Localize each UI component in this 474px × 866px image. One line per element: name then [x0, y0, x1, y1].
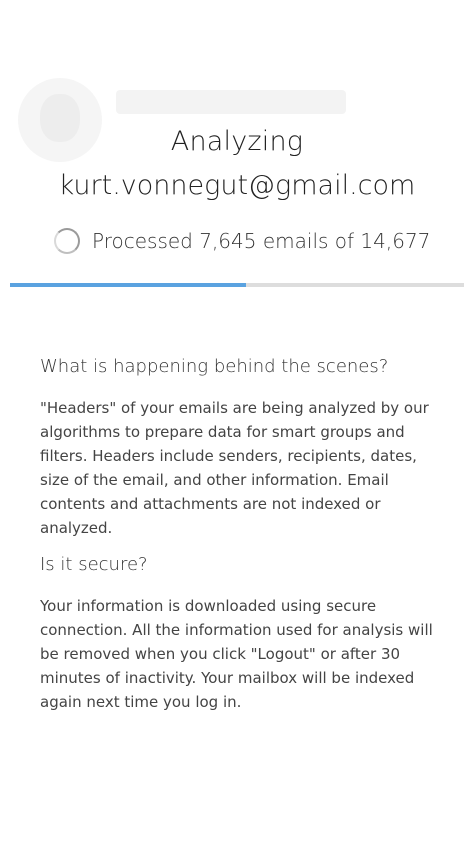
progress-bar-fill	[10, 283, 247, 287]
info-section: What is happening behind the scenes? "He…	[40, 352, 440, 724]
faq-answer-security: Your information is downloaded using sec…	[40, 597, 433, 711]
page-title: Analyzing	[170, 126, 304, 157]
processing-status: Processed 7,645 emails of 14,677	[54, 224, 430, 258]
processing-status-text: Processed 7,645 emails of 14,677	[92, 229, 431, 253]
faq-heading-behind-scenes: What is happening behind the scenes?	[40, 356, 389, 377]
faded-name-placeholder	[116, 90, 346, 114]
faq-answer-behind-scenes: "Headers" of your emails are being analy…	[40, 399, 429, 537]
account-email: kurt.vonnegut@gmail.com	[58, 170, 416, 201]
progress-bar	[10, 283, 464, 287]
loading-spinner-icon	[54, 228, 80, 254]
analyzing-screen: Analyzing kurt.vonnegut@gmail.com Proces…	[0, 0, 474, 866]
faq-heading-security: Is it secure?	[40, 554, 148, 575]
